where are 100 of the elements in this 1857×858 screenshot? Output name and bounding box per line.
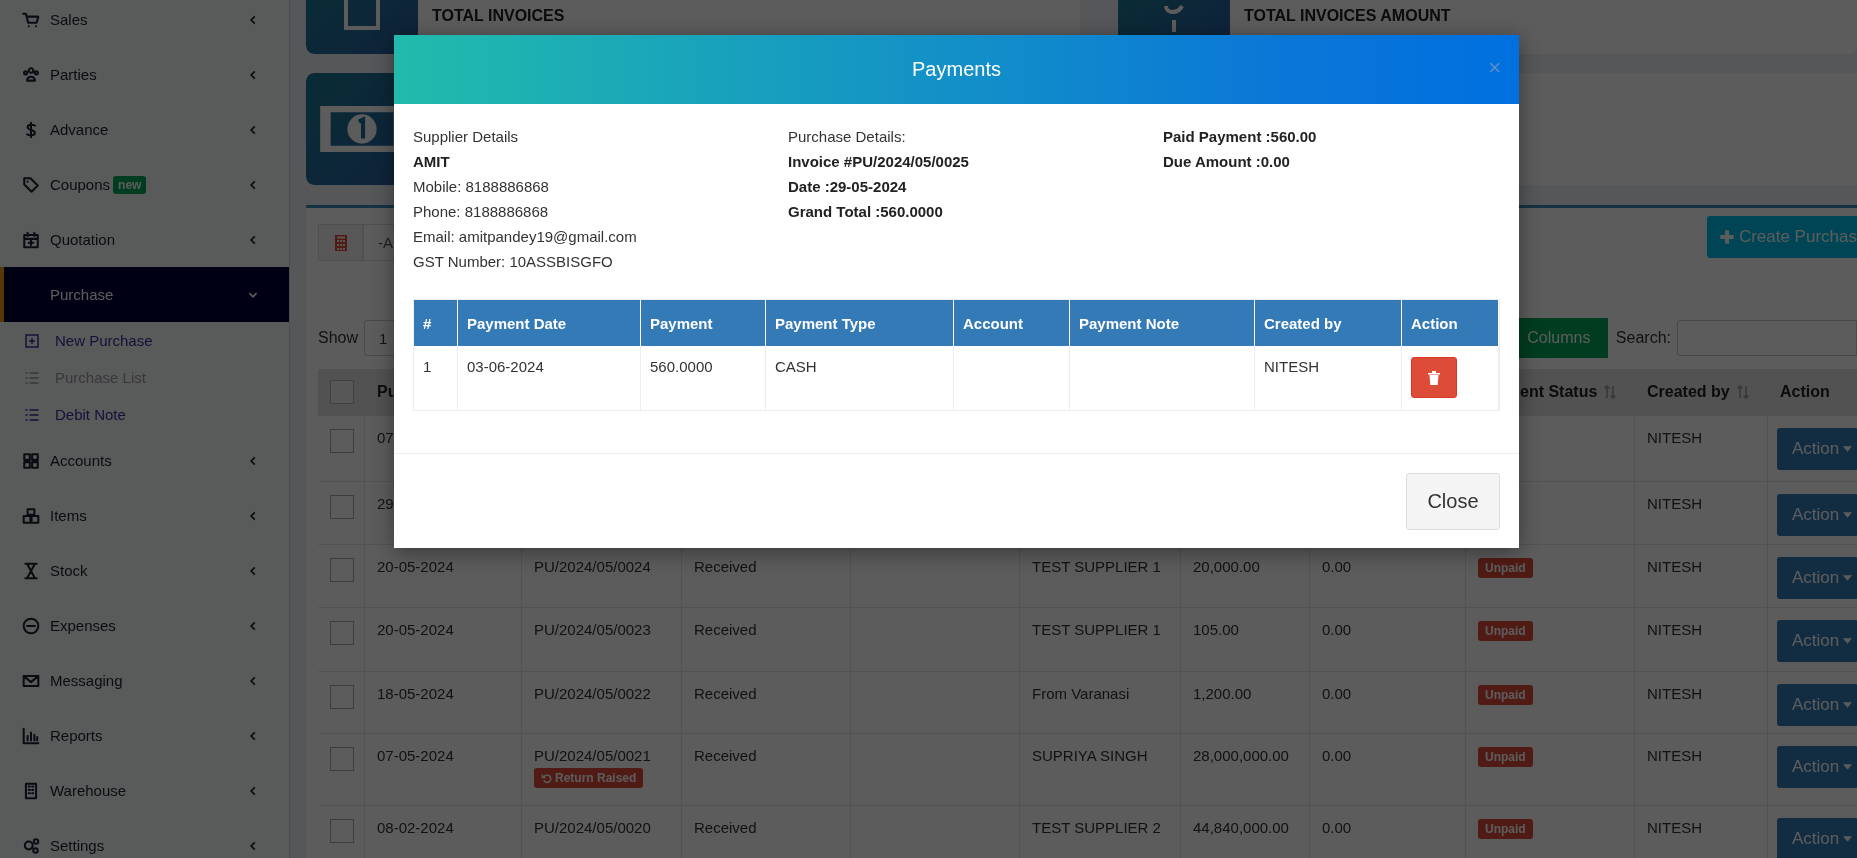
dialog-title: Payments [912,58,1001,81]
sidebar-item[interactable]: Warehouse [0,763,289,818]
caret-icon [1843,638,1853,644]
caret-icon [1843,575,1853,581]
column-header: Account [954,300,1070,346]
purchase-heading: Purchase Details: [788,127,906,147]
sidebar-item[interactable]: Reports [0,708,289,763]
column-header[interactable]: ent Status [1520,383,1598,401]
cubes-icon [22,506,40,525]
return-raised-badge: Return Raised [534,768,644,788]
undo-icon [541,772,552,784]
trash-icon [1428,370,1440,385]
sidebar-item[interactable]: Sales [0,0,289,47]
table-cell: 20-05-2024 [377,621,454,638]
delete-button[interactable] [1411,357,1457,398]
payment-summary: Due Amount :0.00 [1163,152,1290,172]
sort-icon[interactable] [1603,384,1618,400]
row-checkbox[interactable] [330,685,354,709]
submenu-item[interactable]: New Purchase [0,322,289,359]
table-cell: NITESH [1647,747,1702,764]
sidebar-item[interactable]: Quotation [0,212,289,267]
action-button[interactable]: Action [1777,620,1857,662]
caret-icon [1843,764,1853,770]
supplier-detail: GST Number: 10ASSBISGFO [413,252,613,272]
column-header: Payment Note [1070,300,1255,346]
action-button[interactable]: Action [1777,557,1857,599]
action-button[interactable]: Action [1777,428,1857,470]
caret-icon [1843,512,1853,518]
plus-icon [1718,229,1735,245]
table-cell: NITESH [1647,819,1702,836]
grid-icon [22,451,40,470]
column-header: # [414,300,458,346]
table-cell: 0.00 [1322,621,1352,638]
table-cell: 20,000.00 [1193,558,1260,575]
row-checkbox[interactable] [330,495,354,519]
table-cell: Received [694,558,757,575]
purchase-detail: Grand Total :560.0000 [788,202,943,222]
hourglass-icon [22,561,40,580]
cart-icon [22,10,40,29]
purchase-detail: Invoice #PU/2024/05/0025 [788,152,969,172]
purchase-detail: Date :29-05-2024 [788,177,907,197]
table-cell: 20-05-2024 [377,558,454,575]
new-badge: new [113,175,147,194]
tags-icon [22,175,40,194]
table-cell: PU/2024/05/0022 [534,685,651,702]
row-checkbox[interactable] [330,819,354,843]
export-button[interactable] [318,224,363,261]
table-cell: NITESH [1647,495,1702,512]
column-header[interactable]: Created by [1647,383,1730,401]
sidebar-item[interactable]: Accounts [0,433,289,488]
sidebar-item[interactable]: Coupons new [0,157,289,212]
sort-icon[interactable] [1735,384,1750,400]
action-button[interactable]: Action [1777,818,1857,858]
payment-status-badge: Unpaid [1478,558,1533,578]
table-cell: PU/2024/05/0023 [534,621,651,638]
column-header[interactable]: Action [1780,383,1830,401]
sidebar-item[interactable]: Settings [0,818,289,858]
submenu-item[interactable]: Debit Note [0,396,289,433]
payment-status-badge: Unpaid [1478,685,1533,705]
supplier-detail: Email: amitpandey19@gmail.com [413,227,637,247]
sidebar-item[interactable]: Parties [0,47,289,102]
building-icon [22,781,40,800]
table-cell: CASH [775,358,817,375]
row-checkbox[interactable] [330,558,354,582]
table-cell: TEST SUPPLIER 1 [1032,621,1161,638]
row-checkbox[interactable] [330,747,354,771]
row-checkbox[interactable] [330,621,354,645]
supplier-heading: Supplier Details [413,127,519,147]
supplier-detail: Phone: 8188886868 [413,202,549,222]
column-header: Payment [641,300,766,346]
table-cell: 18-05-2024 [377,685,454,702]
column-header: Payment Date [458,300,641,346]
close-button[interactable]: × [1484,57,1505,79]
calendar-icon [22,230,40,249]
row-checkbox[interactable] [330,429,354,453]
sidebar-item[interactable]: Messaging [0,653,289,708]
supplier-detail: Mobile: 8188886868 [413,177,549,197]
action-button[interactable]: Action [1777,746,1857,788]
table-cell: PU/2024/05/0024 [534,558,651,575]
action-button[interactable]: Action [1777,684,1857,726]
sidebar-item[interactable]: Expenses [0,598,289,653]
action-button[interactable]: Action [1777,494,1857,536]
sidebar-item[interactable]: Items [0,488,289,543]
table-cell: NITESH [1264,358,1319,375]
table-cell: 0.00 [1322,685,1352,702]
create-purchase-button[interactable]: Create Purchas [1706,216,1857,258]
payment-status-badge: Unpaid [1478,819,1533,839]
sidebar-item[interactable]: Stock [0,543,289,598]
table-cell: 0.00 [1322,558,1352,575]
table-cell: 44,840,000.00 [1193,819,1289,836]
close-button[interactable]: Close [1406,473,1500,530]
sidebar-item[interactable]: Advance [0,102,289,157]
payment-status-badge: Unpaid [1478,747,1533,767]
payment-status-badge: Unpaid [1478,621,1533,641]
table-cell: Received [694,621,757,638]
table-cell: Received [694,819,757,836]
payment-summary: Paid Payment :560.00 [1163,127,1317,147]
calculator-icon [334,234,347,251]
sidebar-item[interactable]: Purchase [0,267,289,322]
table-cell: TEST SUPPLIER 2 [1032,819,1161,836]
